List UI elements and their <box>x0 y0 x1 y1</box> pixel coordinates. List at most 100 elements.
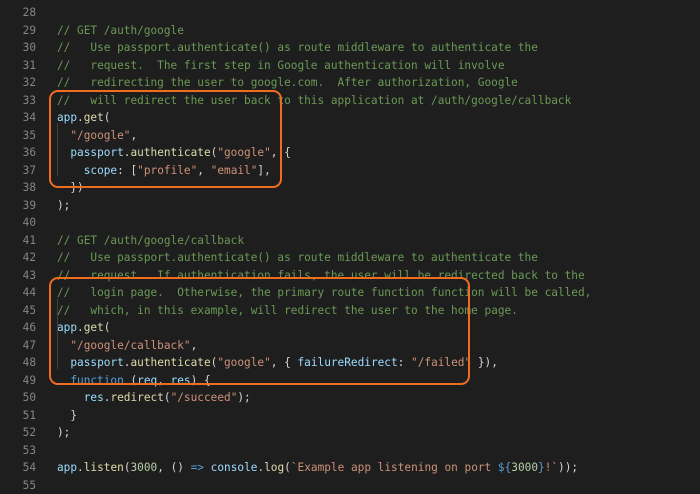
code-token: }), <box>471 356 498 369</box>
code-token: "/google" <box>70 129 130 142</box>
line-number: 34 <box>0 109 36 127</box>
code-token: . <box>77 111 84 124</box>
code-token: => <box>191 461 204 474</box>
code-line[interactable]: 42 // Use passport.authenticate() as rout… <box>0 249 700 267</box>
code-token: ], <box>257 164 270 177</box>
code-line[interactable]: 37 scope: ["profile", "email"], <box>0 162 700 180</box>
code-token: // Use passport.authenticate() as route … <box>57 251 538 264</box>
indent-guide <box>57 298 58 369</box>
line-code: res.redirect("/succeed"); <box>57 389 251 407</box>
code-token: app <box>57 111 77 124</box>
code-line[interactable]: 40 <box>0 214 700 232</box>
code-token: "profile" <box>137 164 197 177</box>
line-number: 36 <box>0 144 36 162</box>
code-line[interactable]: 31// request. The first step in Google a… <box>0 57 700 75</box>
code-line[interactable]: 45 // which, in this example, will redire… <box>0 302 700 320</box>
line-number: 35 <box>0 127 36 145</box>
line-number: 48 <box>0 354 36 372</box>
code-line[interactable]: 36 passport.authenticate("google", { <box>0 144 700 162</box>
line-number: 40 <box>0 214 36 232</box>
code-line[interactable]: 34 app.get( <box>0 109 700 127</box>
line-code: // request. If authentication fails, the… <box>57 267 585 285</box>
line-code: // Use passport.authenticate() as route … <box>57 39 538 57</box>
line-number: 41 <box>0 232 36 250</box>
code-token: console <box>211 461 258 474</box>
code-line[interactable]: 33// will redirect the user back to this… <box>0 92 700 110</box>
code-line[interactable]: 39); <box>0 197 700 215</box>
code-token: , <box>130 129 137 142</box>
code-line[interactable]: 29// GET /auth/google <box>0 22 700 40</box>
line-number: 28 <box>0 4 36 22</box>
line-code: // Use passport.authenticate() as route … <box>57 249 538 267</box>
code-token: "google" <box>217 146 270 159</box>
code-line[interactable]: 50 res.redirect("/succeed"); <box>0 389 700 407</box>
code-token: 3000 <box>511 461 538 474</box>
code-line[interactable]: 55 <box>0 477 700 494</box>
code-line[interactable]: 49 function (req, res) { <box>0 372 700 390</box>
code-token: passport <box>70 356 123 369</box>
line-code: // which, in this example, will redirect… <box>57 302 518 320</box>
line-code: app.listen(3000, () => console.log(`Exam… <box>57 459 578 477</box>
code-token: scope <box>84 164 117 177</box>
code-token: ( <box>284 461 291 474</box>
line-number: 43 <box>0 267 36 285</box>
code-line[interactable]: 46app.get( <box>0 319 700 337</box>
code-token: get <box>84 321 104 334</box>
code-token: `Example app listening on port <box>291 461 498 474</box>
code-token: )); <box>558 461 578 474</box>
line-code: passport.authenticate("google", { failur… <box>57 354 498 372</box>
code-token: // GET /auth/google/callback <box>57 234 244 247</box>
code-token: !` <box>545 461 558 474</box>
code-token: redirect <box>110 391 163 404</box>
line-code: function (req, res) { <box>57 372 211 390</box>
code-line[interactable]: 30// Use passport.authenticate() as rout… <box>0 39 700 57</box>
indent-guide <box>57 123 58 176</box>
code-line[interactable]: 41 // GET /auth/google/callback <box>0 232 700 250</box>
code-token: authenticate <box>130 356 210 369</box>
code-token: ( <box>124 461 131 474</box>
code-token: , { <box>271 146 291 159</box>
code-token: passport <box>70 146 123 159</box>
code-token <box>57 374 70 387</box>
line-code: // request. The first step in Google aut… <box>57 57 505 75</box>
code-token: // redirecting the user to google.com. A… <box>57 76 518 89</box>
code-line[interactable]: 48 passport.authenticate("google", { fai… <box>0 354 700 372</box>
code-line[interactable]: 32// redirecting the user to google.com.… <box>0 74 700 92</box>
code-line[interactable]: 28 <box>0 4 700 22</box>
code-line[interactable]: 51 } <box>0 407 700 425</box>
line-code: // GET /auth/google <box>57 22 184 40</box>
line-number: 38 <box>0 179 36 197</box>
code-token: res <box>171 374 191 387</box>
code-token <box>57 356 70 369</box>
line-number: 42 <box>0 249 36 267</box>
line-code: "/google/callback", <box>57 337 197 355</box>
code-token: failureRedirect <box>297 356 397 369</box>
line-code: app.get( <box>57 109 110 127</box>
code-token: ); <box>57 199 70 212</box>
code-token: ) { <box>191 374 211 387</box>
code-token: // will redirect the user back to this a… <box>57 94 571 107</box>
line-code: // login page. Otherwise, the primary ro… <box>57 284 591 302</box>
code-token: ${ <box>498 461 511 474</box>
code-token: . <box>257 461 264 474</box>
line-code: }) <box>57 179 84 197</box>
code-line[interactable]: 53 <box>0 442 700 460</box>
code-line[interactable]: 44// login page. Otherwise, the primary … <box>0 284 700 302</box>
code-token: , <box>157 374 170 387</box>
code-token: , () <box>157 461 190 474</box>
line-number: 47 <box>0 337 36 355</box>
code-token: // GET /auth/google <box>57 24 184 37</box>
code-line[interactable]: 54app.listen(3000, () => console.log(`Ex… <box>0 459 700 477</box>
line-number: 45 <box>0 302 36 320</box>
code-editor[interactable]: 2829// GET /auth/google30// Use passport… <box>0 0 700 433</box>
code-line[interactable]: 38 }) <box>0 179 700 197</box>
code-token <box>57 146 70 159</box>
line-number: 37 <box>0 162 36 180</box>
code-token: app <box>57 321 77 334</box>
code-token: // Use passport.authenticate() as route … <box>57 41 538 54</box>
code-line[interactable]: 35 "/google", <box>0 127 700 145</box>
code-token: app <box>57 461 77 474</box>
code-line[interactable]: 43 // request. If authentication fails, t… <box>0 267 700 285</box>
code-line[interactable]: 47 "/google/callback", <box>0 337 700 355</box>
line-code: // redirecting the user to google.com. A… <box>57 74 518 92</box>
